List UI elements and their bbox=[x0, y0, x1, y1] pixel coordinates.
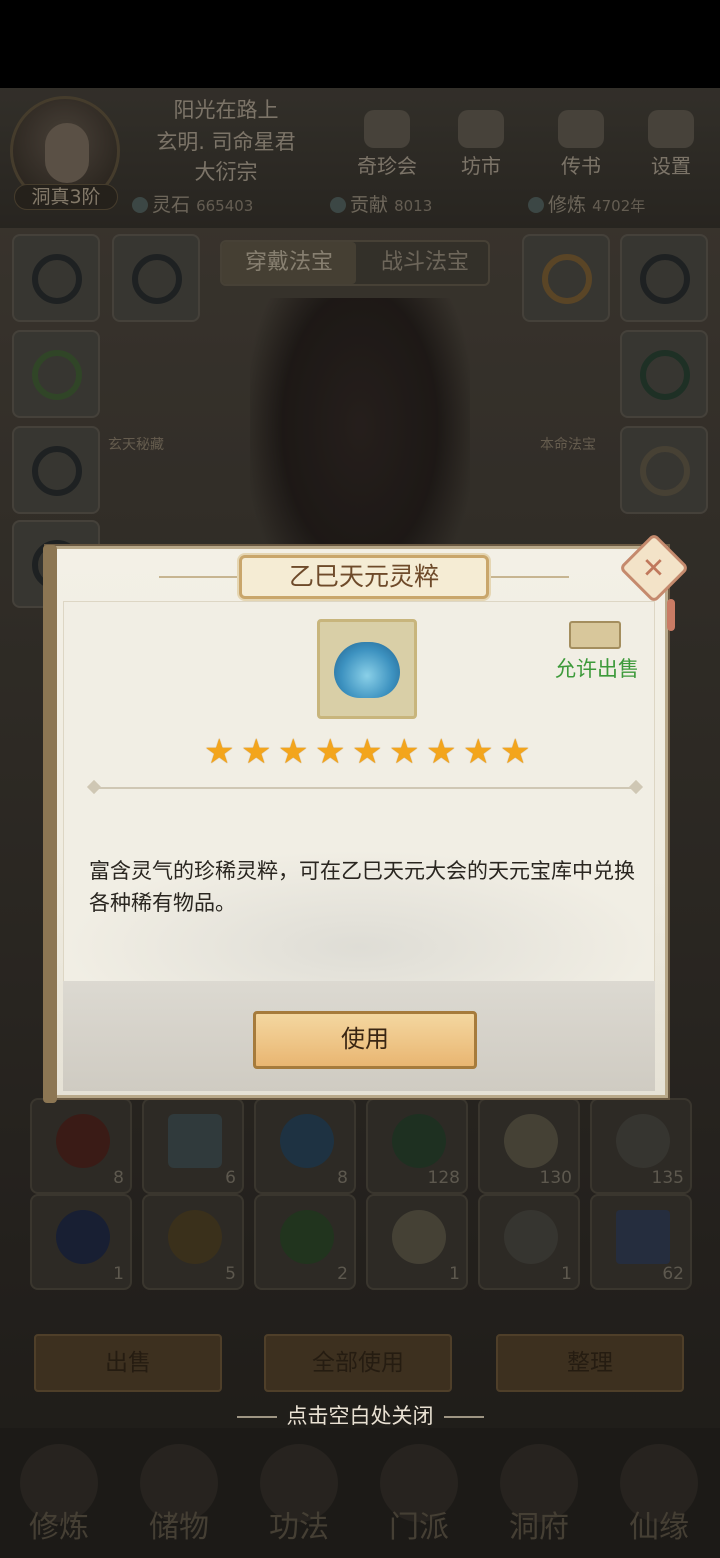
divider bbox=[236, 1416, 277, 1418]
market-stall-icon bbox=[569, 621, 621, 649]
title-divider-right bbox=[489, 576, 569, 578]
star-icon: ★ bbox=[389, 732, 420, 772]
close-icon: ✕ bbox=[641, 551, 666, 585]
item-detail-dialog: 乙巳天元灵粹 ✕ 允许出售 ★ ★ ★ ★ ★ ★ ★ ★ ★ 富含灵气的珍稀灵… bbox=[43, 532, 690, 1103]
use-button[interactable]: 使用 bbox=[253, 1011, 477, 1069]
star-icon: ★ bbox=[500, 732, 531, 772]
close-hint-text: 点击空白处关闭 bbox=[286, 1404, 434, 1428]
star-icon: ★ bbox=[315, 732, 346, 772]
star-icon: ★ bbox=[241, 732, 272, 772]
star-icon: ★ bbox=[463, 732, 494, 772]
title-divider-left bbox=[159, 576, 239, 578]
divider bbox=[443, 1416, 484, 1418]
dialog-scroll-rod bbox=[43, 545, 57, 1103]
item-icon-frame bbox=[317, 619, 417, 719]
dialog-title: 乙巳天元灵粹 bbox=[288, 562, 439, 591]
star-icon: ★ bbox=[204, 732, 235, 772]
item-description: 富含灵气的珍稀灵粹，可在乙巳天元大会的天元宝库中兑换各种稀有物品。 bbox=[89, 859, 635, 915]
status-bar bbox=[0, 0, 720, 88]
close-hint: 点击空白处关闭 bbox=[0, 1400, 720, 1430]
water-essence-icon bbox=[334, 642, 400, 698]
sell-allowed-label: 允许出售 bbox=[555, 657, 639, 681]
star-icon: ★ bbox=[426, 732, 457, 772]
star-icon: ★ bbox=[278, 732, 309, 772]
dialog-title-plate: 乙巳天元灵粹 bbox=[239, 555, 489, 599]
section-divider bbox=[91, 787, 641, 789]
tassel-decoration bbox=[667, 599, 675, 631]
item-rarity-stars: ★ ★ ★ ★ ★ ★ ★ ★ ★ bbox=[204, 735, 534, 771]
star-icon: ★ bbox=[352, 732, 383, 772]
